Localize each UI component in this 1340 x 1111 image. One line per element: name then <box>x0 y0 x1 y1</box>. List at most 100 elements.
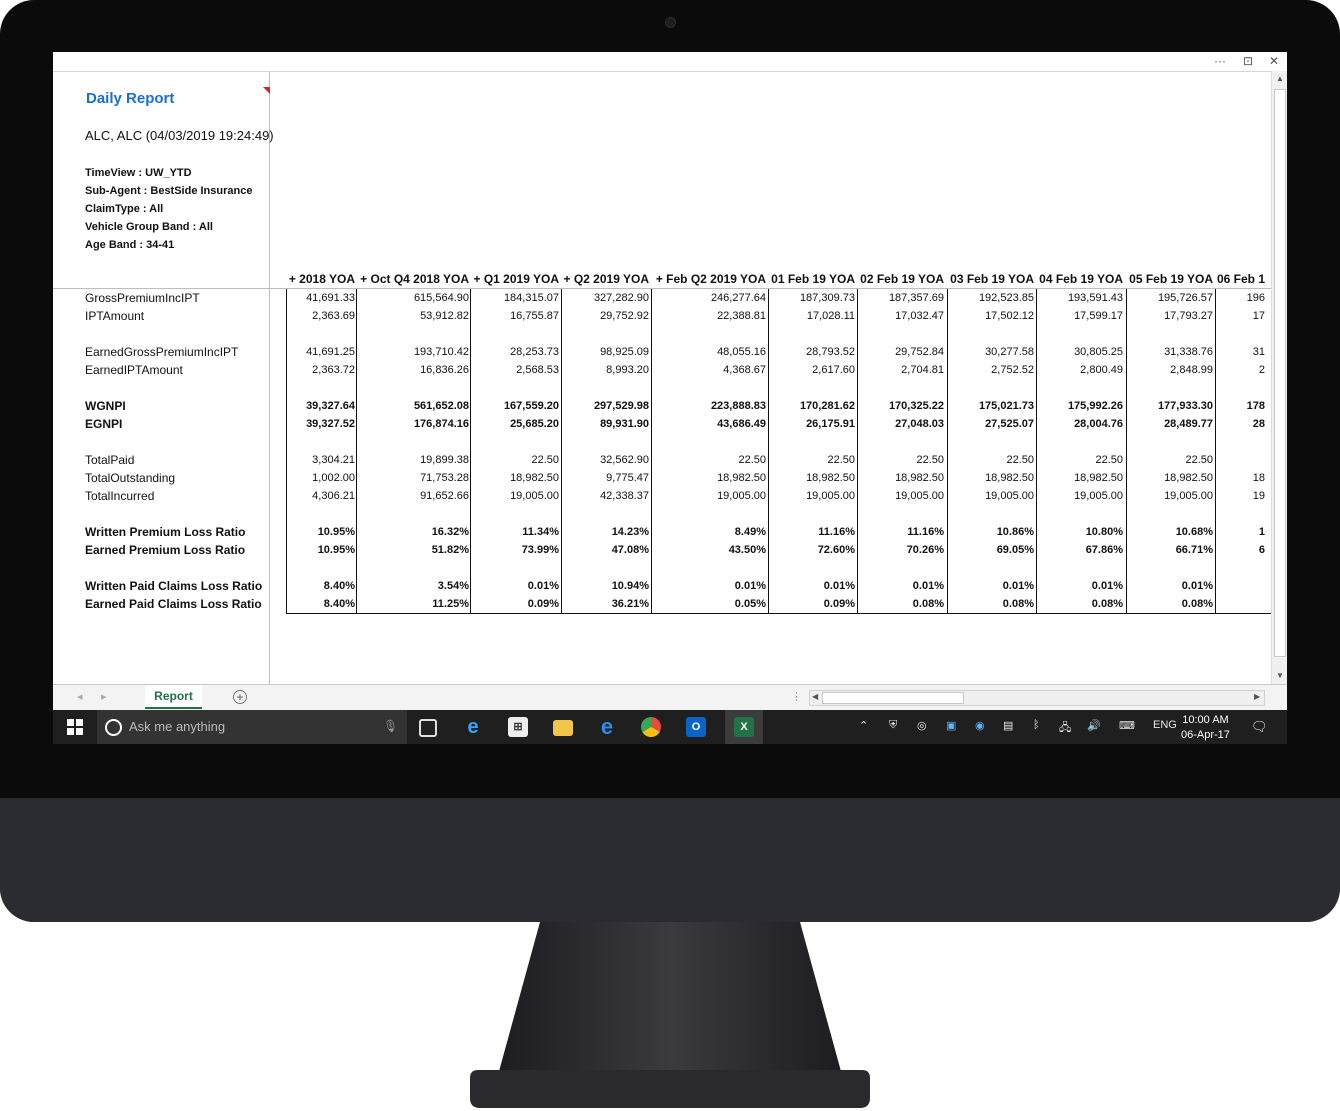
table-cell[interactable]: 72.60% <box>818 544 855 556</box>
internet-explorer-icon[interactable]: e <box>463 717 483 737</box>
table-cell[interactable]: 30,277.58 <box>985 346 1034 358</box>
table-cell[interactable]: 11.16% <box>818 526 855 538</box>
table-cell[interactable]: 17,599.17 <box>1074 310 1123 322</box>
table-cell[interactable]: 19,005.00 <box>510 490 559 502</box>
table-cell[interactable]: 10.95% <box>318 526 355 538</box>
table-cell[interactable]: 51.82% <box>432 544 469 556</box>
row-label[interactable]: EarnedGrossPremiumIncIPT <box>85 345 238 359</box>
table-cell[interactable]: 8.49% <box>735 526 766 538</box>
table-cell[interactable]: 70.26% <box>907 544 944 556</box>
table-cell[interactable]: 22.50 <box>1185 454 1213 466</box>
table-cell[interactable]: 4,306.21 <box>312 490 355 502</box>
table-cell[interactable]: 176,874.16 <box>414 418 469 430</box>
horizontal-scrollbar[interactable]: ◀ ▶ <box>809 690 1265 706</box>
table-cell[interactable]: 17,793.27 <box>1164 310 1213 322</box>
column-header[interactable]: 03 Feb 19 YOA <box>950 272 1034 286</box>
more-options-icon[interactable]: ··· <box>1209 53 1231 69</box>
table-cell[interactable]: 29,752.84 <box>895 346 944 358</box>
table-cell[interactable]: 29,752.92 <box>600 310 649 322</box>
add-sheet-icon[interactable]: + <box>233 690 247 704</box>
column-header[interactable]: + Oct Q4 2018 YOA <box>360 272 469 286</box>
microphone-icon[interactable]: 🎙 <box>383 719 398 733</box>
store-icon[interactable]: ⊞ <box>508 717 528 737</box>
table-cell[interactable]: 9,775.47 <box>606 472 649 484</box>
vertical-scrollbar[interactable]: ▲ ▼ <box>1271 71 1287 684</box>
table-cell[interactable]: 0.08% <box>1182 598 1213 610</box>
table-cell[interactable]: 297,529.98 <box>594 400 649 412</box>
table-cell[interactable]: 16,755.87 <box>510 310 559 322</box>
table-cell[interactable]: 11.25% <box>432 598 469 610</box>
table-cell[interactable]: 22.50 <box>1095 454 1123 466</box>
table-cell[interactable]: 193,710.42 <box>414 346 469 358</box>
table-cell[interactable]: 28,793.52 <box>806 346 855 358</box>
table-cell[interactable]: 0.01% <box>1092 580 1123 592</box>
table-cell[interactable]: 11.34% <box>522 526 559 538</box>
table-cell[interactable]: 22.50 <box>1006 454 1034 466</box>
network-icon[interactable]: 🖧 <box>1059 719 1071 738</box>
table-cell[interactable]: 39,327.64 <box>306 400 355 412</box>
table-cell[interactable]: 6 <box>1259 544 1265 556</box>
table-cell[interactable]: 246,277.64 <box>711 292 766 304</box>
table-cell[interactable]: 0.01% <box>824 580 855 592</box>
cortana-icon[interactable] <box>105 719 122 736</box>
table-cell[interactable]: 16,836.26 <box>420 364 469 376</box>
language-indicator[interactable]: ENG <box>1153 719 1177 731</box>
table-cell[interactable]: 0.01% <box>528 580 559 592</box>
table-cell[interactable]: 17,028.11 <box>807 310 855 322</box>
table-cell[interactable]: 8.40% <box>324 598 355 610</box>
table-cell[interactable]: 18,982.50 <box>1164 472 1213 484</box>
column-header[interactable]: 05 Feb 19 YOA <box>1129 272 1213 286</box>
close-window-icon[interactable]: ✕ <box>1263 53 1285 69</box>
table-cell[interactable]: 0.01% <box>1003 580 1034 592</box>
column-header[interactable]: + Feb Q2 2019 YOA <box>656 272 766 286</box>
table-cell[interactable]: 8.40% <box>324 580 355 592</box>
table-cell[interactable]: 16.32% <box>432 526 469 538</box>
row-label[interactable]: Earned Premium Loss Ratio <box>85 543 245 557</box>
outlook-icon[interactable]: O <box>686 717 706 737</box>
table-cell[interactable]: 17,502.12 <box>985 310 1034 322</box>
vertical-scroll-thumb[interactable] <box>1274 89 1286 657</box>
table-cell[interactable]: 3.54% <box>438 580 469 592</box>
table-cell[interactable]: 3,304.21 <box>312 454 355 466</box>
table-cell[interactable]: 22.50 <box>916 454 944 466</box>
table-cell[interactable]: 22.50 <box>827 454 855 466</box>
table-cell[interactable]: 184,315.07 <box>504 292 559 304</box>
table-cell[interactable]: 11.16% <box>907 526 944 538</box>
table-cell[interactable]: 25,685.20 <box>510 418 559 430</box>
scroll-right-icon[interactable]: ▶ <box>1254 692 1260 701</box>
table-cell[interactable]: 8,993.20 <box>606 364 649 376</box>
table-cell[interactable]: 2,363.69 <box>312 310 355 322</box>
table-cell[interactable]: 22.50 <box>738 454 766 466</box>
table-cell[interactable]: 18,982.50 <box>806 472 855 484</box>
table-cell[interactable]: 0.08% <box>1003 598 1034 610</box>
tray-app-icon[interactable]: ◎ <box>917 719 927 732</box>
table-cell[interactable]: 42,338.37 <box>600 490 649 502</box>
table-cell[interactable]: 19,005.00 <box>717 490 766 502</box>
cloud-sync-icon[interactable]: ▣ <box>946 719 956 732</box>
table-cell[interactable]: 175,992.26 <box>1068 400 1123 412</box>
table-cell[interactable]: 0.01% <box>735 580 766 592</box>
table-cell[interactable]: 2,363.72 <box>312 364 355 376</box>
table-cell[interactable]: 66.71% <box>1176 544 1213 556</box>
table-cell[interactable]: 19,005.00 <box>985 490 1034 502</box>
show-hidden-icons-icon[interactable]: ⌃ <box>859 719 868 732</box>
table-cell[interactable]: 19,005.00 <box>1164 490 1213 502</box>
table-cell[interactable]: 2,704.81 <box>901 364 944 376</box>
table-cell[interactable]: 1 <box>1259 526 1265 538</box>
table-cell[interactable]: 2 <box>1259 364 1265 376</box>
column-header[interactable]: 01 Feb 19 YOA <box>771 272 855 286</box>
row-label[interactable]: TotalIncurred <box>85 489 154 503</box>
table-cell[interactable]: 30,805.25 <box>1074 346 1123 358</box>
table-cell[interactable]: 32,562.90 <box>600 454 649 466</box>
windows-start-icon[interactable] <box>67 719 83 735</box>
tab-split-handle-icon[interactable]: ⋮ <box>791 690 802 703</box>
table-cell[interactable]: 0.08% <box>1092 598 1123 610</box>
table-cell[interactable]: 2,568.53 <box>516 364 559 376</box>
scroll-up-icon[interactable]: ▲ <box>1276 74 1284 83</box>
table-cell[interactable]: 67.86% <box>1086 544 1123 556</box>
sheet-tab-report[interactable]: Report <box>145 685 202 709</box>
column-header[interactable]: + Q2 2019 YOA <box>564 272 650 286</box>
column-header[interactable]: 04 Feb 19 YOA <box>1039 272 1123 286</box>
table-cell[interactable]: 19,899.38 <box>420 454 469 466</box>
table-cell[interactable]: 2,800.49 <box>1080 364 1123 376</box>
